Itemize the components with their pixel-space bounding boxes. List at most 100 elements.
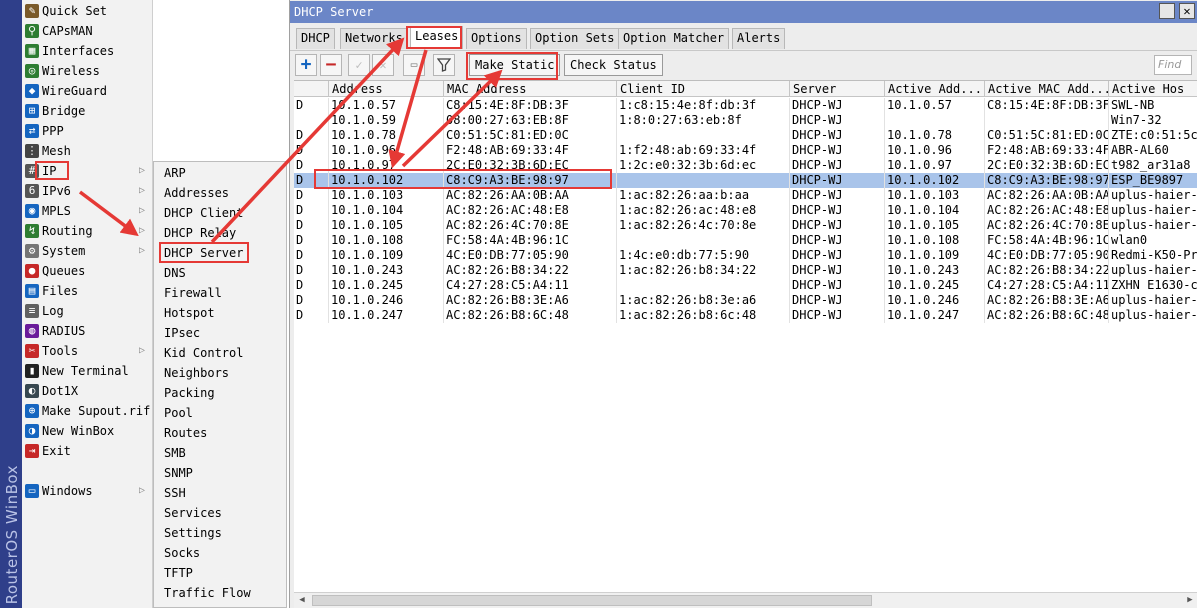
table-row[interactable]: D 10.1.0.109 4C:E0:DB:77:05:90 1:4c:e0:db:7…: [294, 248, 1197, 263]
menu-item-tools[interactable]: ✂ Tools ▷: [22, 341, 153, 361]
submenu-item-settings[interactable]: Settings: [164, 523, 222, 543]
menu-item-label: Tools: [42, 344, 79, 358]
column-header[interactable]: Address: [329, 81, 444, 97]
find-input[interactable]: Find: [1154, 55, 1192, 75]
table-row[interactable]: 10.1.0.59 08:00:27:63:EB:8F 1:8:0:27:63:eb…: [294, 113, 1197, 128]
table-row[interactable]: D 10.1.0.78 C0:51:5C:81:ED:0C DHCP-WJ 10.1.0…: [294, 128, 1197, 143]
menu-item-label: IPv6: [42, 184, 71, 198]
menu-item-windows[interactable]: ▭ Windows ▷: [22, 481, 153, 501]
submenu-item-hotspot[interactable]: Hotspot: [164, 303, 215, 323]
tab-option-matcher[interactable]: Option Matcher: [618, 28, 730, 49]
tab-dhcp[interactable]: DHCP: [296, 28, 335, 49]
menu-item-capsman[interactable]: ⚲ CAPsMAN: [22, 21, 153, 41]
submenu-item-dns[interactable]: DNS: [164, 263, 186, 283]
column-header[interactable]: Active MAC Add...: [985, 81, 1109, 97]
tab-option-sets[interactable]: Option Sets: [530, 28, 620, 49]
menu-item-mpls[interactable]: ◉ MPLS ▷: [22, 201, 153, 221]
submenu-item-firewall[interactable]: Firewall: [164, 283, 222, 303]
menu-item-ppp[interactable]: ⇄ PPP: [22, 121, 153, 141]
menu-item-new-terminal[interactable]: ▮ New Terminal: [22, 361, 153, 381]
table-row[interactable]: D 10.1.0.103 AC:82:26:AA:0B:AA 1:ac:82:26:a…: [294, 188, 1197, 203]
submenu-item-tftp[interactable]: TFTP: [164, 563, 193, 583]
tab-networks[interactable]: Networks: [340, 28, 408, 49]
menu-item-log[interactable]: ≡ Log: [22, 301, 153, 321]
submenu-arrow-icon: ▷: [138, 165, 145, 176]
submenu-item-snmp[interactable]: SNMP: [164, 463, 193, 483]
menu-item-bridge[interactable]: ⊞ Bridge: [22, 101, 153, 121]
menu-item-interfaces[interactable]: ▦ Interfaces: [22, 41, 153, 61]
submenu-item-packing[interactable]: Packing: [164, 383, 215, 403]
submenu-item-kid-control[interactable]: Kid Control: [164, 343, 243, 363]
submenu-item-socks[interactable]: Socks: [164, 543, 200, 563]
table-cell: DHCP-WJ: [790, 218, 885, 233]
table-cell: 10.1.0.105: [885, 218, 985, 233]
menu-item-files[interactable]: ▤ Files: [22, 281, 153, 301]
table-row[interactable]: D 10.1.0.104 AC:82:26:AC:48:E8 1:ac:82:26:a…: [294, 203, 1197, 218]
menu-item-wireless[interactable]: ◎ Wireless: [22, 61, 153, 81]
table-row[interactable]: D 10.1.0.108 FC:58:4A:4B:96:1C DHCP-WJ 10.1.…: [294, 233, 1197, 248]
column-header[interactable]: Active Hos: [1109, 81, 1197, 97]
submenu-item-dhcp-relay[interactable]: DHCP Relay: [164, 223, 236, 243]
close-icon[interactable]: ✕: [1179, 3, 1195, 19]
table-row[interactable]: D 10.1.0.247 AC:82:26:B8:6C:48 1:ac:82:26:b…: [294, 308, 1197, 323]
files-icon: ▤: [25, 284, 39, 298]
table-cell: 10.1.0.97: [885, 158, 985, 173]
radius-icon: ◍: [25, 324, 39, 338]
table-row[interactable]: D 10.1.0.245 C4:27:28:C5:A4:11 DHCP-WJ 10.1.…: [294, 278, 1197, 293]
menu-item-mesh[interactable]: ⋮ Mesh: [22, 141, 153, 161]
enable-icon[interactable]: ✓: [348, 54, 370, 76]
submenu-item-routes[interactable]: Routes: [164, 423, 207, 443]
submenu-item-smb[interactable]: SMB: [164, 443, 186, 463]
submenu-item-ssh[interactable]: SSH: [164, 483, 186, 503]
table-row[interactable]: D 10.1.0.57 C8:15:4E:8F:DB:3F 1:c8:15:4e:8f…: [294, 98, 1197, 113]
menu-item-radius[interactable]: ◍ RADIUS: [22, 321, 153, 341]
scroll-left-icon[interactable]: ◀: [294, 593, 310, 608]
table-row[interactable]: D 10.1.0.243 AC:82:26:B8:34:22 1:ac:82:26:b…: [294, 263, 1197, 278]
menu-item-routing[interactable]: ↯ Routing ▷: [22, 221, 153, 241]
menu-item-queues[interactable]: ● Queues: [22, 261, 153, 281]
menu-item-exit[interactable]: ⇥ Exit: [22, 441, 153, 461]
remove-icon[interactable]: −: [320, 54, 342, 76]
filter-icon[interactable]: [433, 54, 455, 76]
scroll-right-icon[interactable]: ▶: [1182, 593, 1197, 608]
submenu-item-addresses[interactable]: Addresses: [164, 183, 229, 203]
maximize-icon[interactable]: [1159, 3, 1175, 19]
disable-icon[interactable]: ✕: [372, 54, 394, 76]
submenu-item-traffic-flow[interactable]: Traffic Flow: [164, 583, 251, 603]
column-header[interactable]: Server: [790, 81, 885, 97]
menu-item-new-winbox[interactable]: ◑ New WinBox: [22, 421, 153, 441]
column-header[interactable]: Client ID: [617, 81, 790, 97]
tab-options[interactable]: Options: [466, 28, 527, 49]
check-status-button[interactable]: Check Status: [564, 54, 663, 76]
menu-item-label: Bridge: [42, 104, 86, 118]
menu-item-wireguard[interactable]: ◆ WireGuard: [22, 81, 153, 101]
menu-item-system[interactable]: ⚙ System ▷: [22, 241, 153, 261]
menu-item-quick-set[interactable]: ✎ Quick Set: [22, 1, 153, 21]
submenu-item-ipsec[interactable]: IPsec: [164, 323, 200, 343]
table-cell: D: [294, 293, 329, 308]
window-title-bar[interactable]: DHCP Server: [290, 1, 1197, 23]
comment-icon[interactable]: ▭: [403, 54, 425, 76]
table-cell: D: [294, 263, 329, 278]
table-row[interactable]: D 10.1.0.246 AC:82:26:B8:3E:A6 1:ac:82:26:b…: [294, 293, 1197, 308]
submenu-item-services[interactable]: Services: [164, 503, 222, 523]
column-header[interactable]: Active Add...: [885, 81, 985, 97]
table-row[interactable]: D 10.1.0.105 AC:82:26:4C:70:8E 1:ac:82:26:4…: [294, 218, 1197, 233]
add-icon[interactable]: +: [295, 54, 317, 76]
submenu-item-arp[interactable]: ARP: [164, 163, 186, 183]
tab-alerts[interactable]: Alerts: [732, 28, 786, 49]
table-row[interactable]: D 10.1.0.96 F2:48:AB:69:33:4F 1:f2:48:ab:69…: [294, 143, 1197, 158]
submenu-item-dhcp-client[interactable]: DHCP Client: [164, 203, 243, 223]
scroll-thumb[interactable]: [312, 595, 872, 606]
menu-item-ipv6[interactable]: 6 IPv6 ▷: [22, 181, 153, 201]
system-icon: ⚙: [25, 244, 39, 258]
submenu-item-pool[interactable]: Pool: [164, 403, 193, 423]
horizontal-scrollbar[interactable]: ◀ ▶: [294, 592, 1197, 608]
menu-item-dot1x[interactable]: ◐ Dot1X: [22, 381, 153, 401]
column-header[interactable]: MAC Address: [444, 81, 617, 97]
table-cell: AC:82:26:AA:0B:AA: [444, 188, 617, 203]
column-header[interactable]: [294, 81, 329, 97]
submenu-item-neighbors[interactable]: Neighbors: [164, 363, 229, 383]
menu-item-make-supout-rif[interactable]: ⊕ Make Supout.rif: [22, 401, 153, 421]
table-cell: DHCP-WJ: [790, 158, 885, 173]
